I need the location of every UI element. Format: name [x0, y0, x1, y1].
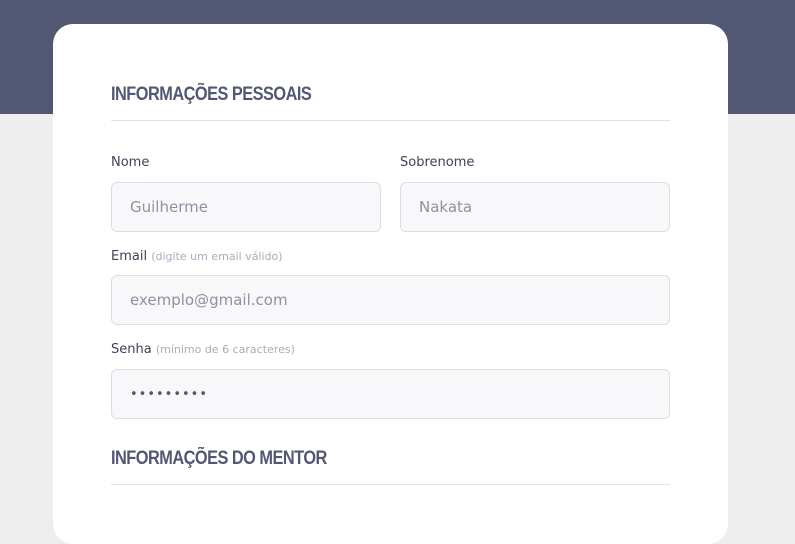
password-label: Senha (mínimo de 6 caracteres) [111, 342, 295, 357]
last-name-input[interactable] [400, 182, 670, 232]
section-title-mentor-info: Informações do Mentor [111, 448, 327, 469]
signup-form-card: Informações Pessoais Nome Sobrenome Emai… [53, 24, 728, 544]
first-name-label: Nome [111, 155, 150, 170]
email-input[interactable] [111, 275, 670, 325]
password-label-text: Senha [111, 342, 152, 357]
section-title-personal-info: Informações Pessoais [111, 84, 312, 105]
email-label: Email (digite um email válido) [111, 249, 283, 264]
email-hint: (digite um email válido) [151, 250, 283, 263]
section-divider [111, 484, 670, 485]
first-name-input[interactable] [111, 182, 381, 232]
email-label-text: Email [111, 249, 148, 264]
last-name-label: Sobrenome [400, 155, 475, 170]
password-hint: (mínimo de 6 caracteres) [155, 343, 295, 356]
password-input[interactable] [111, 369, 670, 419]
section-divider [111, 120, 670, 121]
